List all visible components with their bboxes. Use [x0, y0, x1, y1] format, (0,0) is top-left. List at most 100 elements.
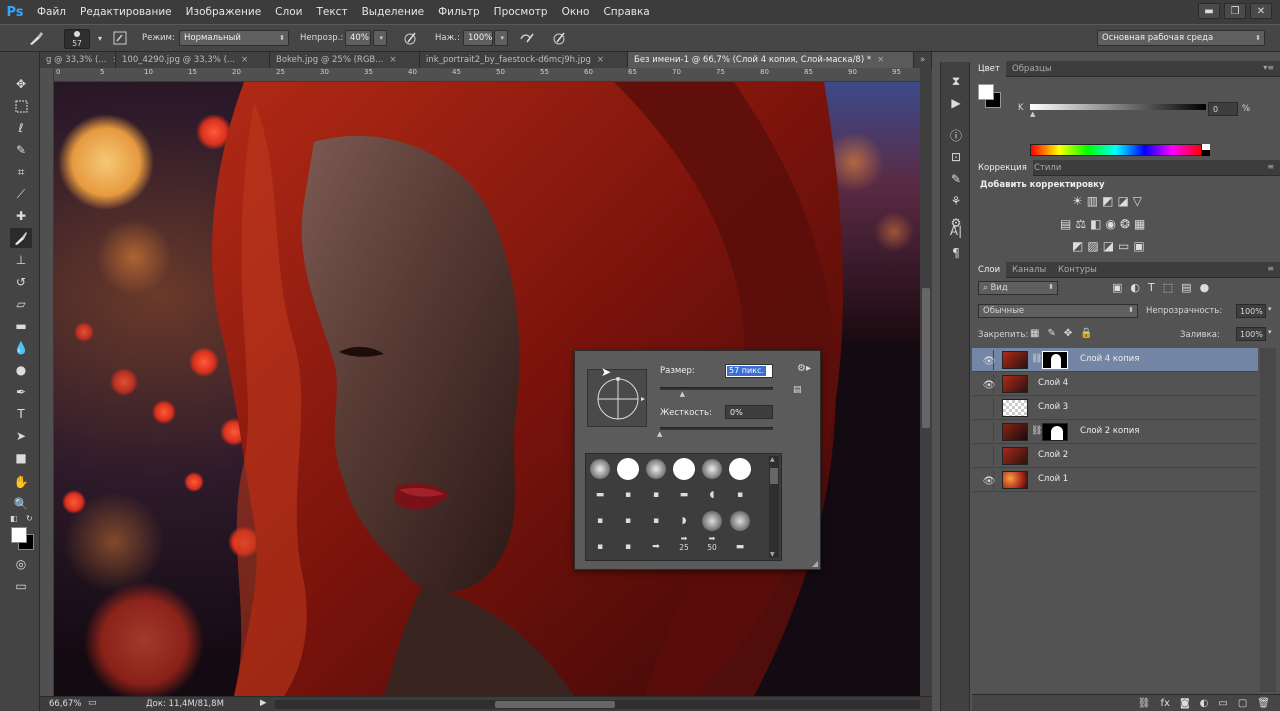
exposure-icon[interactable]: ◪ [1117, 194, 1128, 208]
layer-visibility-toggle[interactable]: 👁 [976, 350, 995, 370]
filter-pixel-icon[interactable]: ▣ [1112, 281, 1122, 294]
fill-input[interactable]: 100% [1236, 327, 1266, 341]
close-icon[interactable]: × [241, 55, 248, 65]
layer-style-icon[interactable]: fx [1161, 698, 1170, 709]
layer-visibility-toggle[interactable] [976, 398, 994, 418]
selective-color-icon[interactable]: ▣ [1133, 239, 1144, 253]
k-value-input[interactable]: 0 [1208, 102, 1238, 116]
eyedropper-tool-icon[interactable]: ⟋ [10, 184, 32, 204]
filter-type-icon[interactable]: T [1148, 281, 1155, 294]
canvas-vertical-scrollbar[interactable] [920, 68, 932, 696]
brush-preset-small[interactable]: ▪ [589, 536, 611, 558]
scrollbar-thumb[interactable] [495, 701, 615, 708]
invert-icon[interactable]: ◩ [1072, 239, 1083, 253]
lock-pixels-icon[interactable]: ✎ [1047, 328, 1055, 339]
canvas-horizontal-scrollbar[interactable] [275, 700, 920, 709]
layer-visibility-toggle[interactable] [976, 446, 994, 466]
marquee-tool-icon[interactable] [10, 96, 32, 116]
brush-preset-small[interactable]: ▪ [617, 536, 639, 558]
scrollbar-thumb[interactable] [922, 288, 930, 428]
filter-toggle-icon[interactable]: ● [1200, 281, 1210, 294]
shape-tool-icon[interactable]: ■ [10, 448, 32, 468]
brush-preset-small[interactable]: ▪ [645, 510, 667, 532]
eraser-tool-icon[interactable]: ▱ [10, 294, 32, 314]
brush-preset-soft-round[interactable] [701, 510, 723, 532]
brush-preset-soft-round[interactable] [589, 458, 611, 480]
menu-edit[interactable]: Редактирование [73, 0, 179, 24]
brush-tool-preset-icon[interactable] [26, 29, 46, 47]
menu-layers[interactable]: Слои [268, 0, 309, 24]
new-group-icon[interactable]: ▭ [1218, 698, 1227, 709]
quick-mask-icon[interactable]: ◎ [10, 554, 32, 574]
layer-row[interactable]: Слой 2 [972, 444, 1258, 468]
actions-panel-icon[interactable]: ▶ [946, 94, 966, 112]
new-layer-icon[interactable]: ▢ [1238, 698, 1247, 709]
tab-color[interactable]: Цвет [972, 61, 1006, 77]
layer-visibility-toggle[interactable] [976, 422, 994, 442]
size-input[interactable]: 57 пикс. [725, 364, 773, 378]
hue-saturation-icon[interactable]: ▤ [1060, 217, 1071, 231]
layer-visibility-toggle[interactable]: 👁 [976, 470, 995, 490]
blur-tool-icon[interactable]: 💧 [10, 338, 32, 358]
opacity-slider-toggle[interactable]: ▾ [373, 30, 387, 46]
menu-file[interactable]: Файл [30, 0, 73, 24]
threshold-icon[interactable]: ◪ [1103, 239, 1114, 253]
preset-grid-scrollbar[interactable]: ▲ ▼ [769, 456, 779, 558]
foreground-color-swatch[interactable] [978, 84, 994, 100]
posterize-icon[interactable]: ▨ [1087, 239, 1098, 253]
close-icon[interactable]: × [389, 55, 396, 65]
delete-layer-icon[interactable]: 🗑 [1257, 698, 1270, 709]
brush-preset-25[interactable]: ➡ 25 [673, 532, 695, 554]
brush-preset-small[interactable]: ◖ [701, 484, 723, 506]
tab-layers[interactable]: Слои [972, 262, 1007, 278]
brush-preset-hard-round[interactable] [617, 458, 639, 480]
brush-panel-icon[interactable]: ⚘ [946, 192, 966, 210]
gear-icon[interactable]: ⚙▸ [797, 363, 811, 374]
character-panel-icon[interactable]: A| [946, 222, 966, 240]
black-white-icon[interactable]: ◧ [1090, 217, 1101, 231]
k-channel-slider[interactable] [1030, 104, 1206, 110]
layer-row[interactable]: 👁 Слой 4 [972, 372, 1258, 396]
photo-filter-icon[interactable]: ◉ [1105, 217, 1115, 231]
layer-row[interactable]: ⛓ Слой 2 копия [972, 420, 1258, 444]
color-lookup-icon[interactable]: ▦ [1134, 217, 1145, 231]
brush-preset-hard-round[interactable] [729, 458, 751, 480]
menu-filter[interactable]: Фильтр [431, 0, 487, 24]
zoom-tool-icon[interactable]: 🔍 [10, 494, 32, 514]
brush-size-preview[interactable]: 57 [64, 29, 90, 49]
status-menu-arrow-icon[interactable]: ▶ [260, 698, 267, 708]
screen-mode-icon[interactable]: ▭ [10, 576, 32, 596]
filter-adjustment-icon[interactable]: ◐ [1130, 281, 1140, 294]
brush-preset-small[interactable]: ▬ [729, 536, 751, 558]
tab-doc-active[interactable]: Без имени-1 @ 66,7% (Слой 4 копия, Слой-… [628, 52, 914, 68]
chevron-down-icon[interactable]: ▾ [1268, 328, 1272, 336]
brush-preset-hard-round[interactable] [673, 458, 695, 480]
navigator-panel-icon[interactable]: ⊡ [946, 148, 966, 166]
close-icon[interactable]: × [597, 55, 604, 65]
brush-preset-soft-round[interactable] [729, 510, 751, 532]
resize-grip-icon[interactable]: ◢ [812, 559, 818, 568]
add-mask-icon[interactable]: ◙ [1180, 698, 1190, 709]
crop-tool-icon[interactable]: ⌗ [10, 162, 32, 182]
curves-icon[interactable]: ◩ [1102, 194, 1113, 208]
restore-button[interactable]: ❐ [1224, 3, 1246, 19]
layer-filter-dropdown[interactable]: ⌕ Вид ⬍ [978, 281, 1058, 295]
airbrush-icon[interactable] [517, 29, 537, 47]
color-spectrum-ramp[interactable] [1030, 144, 1202, 156]
close-icon[interactable]: × [877, 55, 884, 65]
close-window-button[interactable]: ✕ [1250, 3, 1272, 19]
history-panel-icon[interactable]: ⧗ [946, 72, 966, 90]
tab-doc-1[interactable]: g @ 33,3% (...× [40, 52, 116, 68]
gradient-map-icon[interactable]: ▭ [1118, 239, 1129, 253]
tablet-size-pressure-icon[interactable] [549, 29, 569, 47]
blend-mode-dropdown[interactable]: Обычные ⬍ [978, 304, 1138, 318]
move-tool-icon[interactable]: ✥ [10, 74, 32, 94]
healing-brush-tool-icon[interactable]: ✚ [10, 206, 32, 226]
brush-preset-small[interactable]: ▪ [617, 484, 639, 506]
tab-styles[interactable]: Стили [1028, 160, 1067, 176]
tab-channels[interactable]: Каналы [1006, 262, 1052, 278]
hardness-input[interactable]: 0% [725, 405, 773, 419]
link-layers-icon[interactable]: ⛓ [1138, 698, 1151, 709]
zoom-level[interactable]: 66,67% [49, 699, 81, 709]
brush-tool-icon[interactable] [10, 228, 32, 248]
